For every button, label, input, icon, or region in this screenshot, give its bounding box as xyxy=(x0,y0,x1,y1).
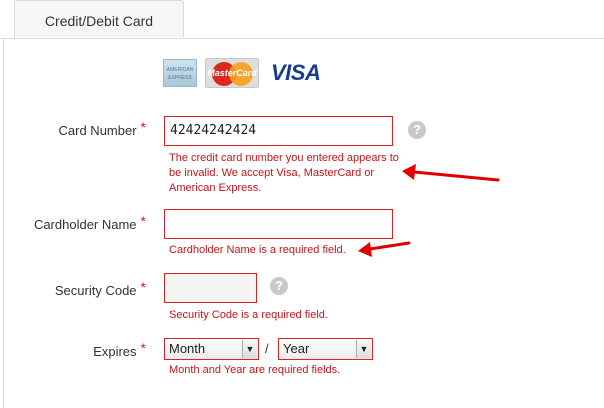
annotation-arrows xyxy=(358,164,500,257)
annotation-arrow-cardholder-name xyxy=(358,241,411,257)
tab-credit-debit-card[interactable]: Credit/Debit Card xyxy=(14,0,184,38)
annotation-arrow-card-number xyxy=(402,164,500,182)
